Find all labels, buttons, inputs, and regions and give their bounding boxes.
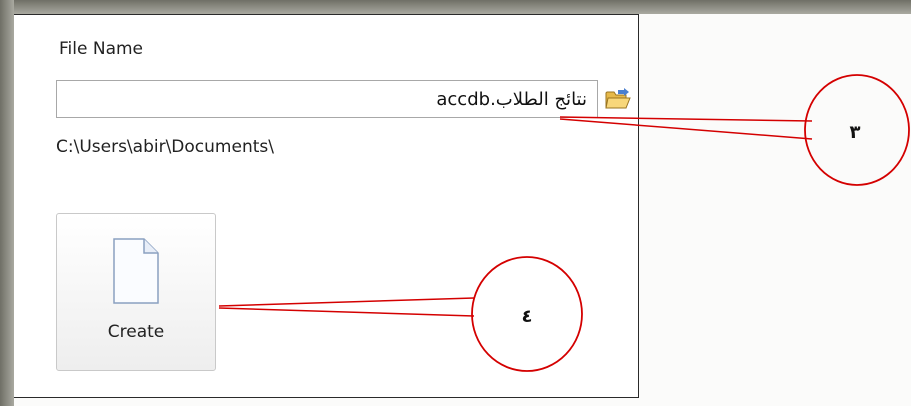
callout-annotations: ٣ ٤ [218, 74, 910, 372]
callout-3: ٣ [559, 74, 910, 186]
callout-3-number: ٣ [850, 122, 861, 143]
callout-4-number: ٤ [522, 306, 533, 327]
callout-4: ٤ [218, 256, 583, 372]
